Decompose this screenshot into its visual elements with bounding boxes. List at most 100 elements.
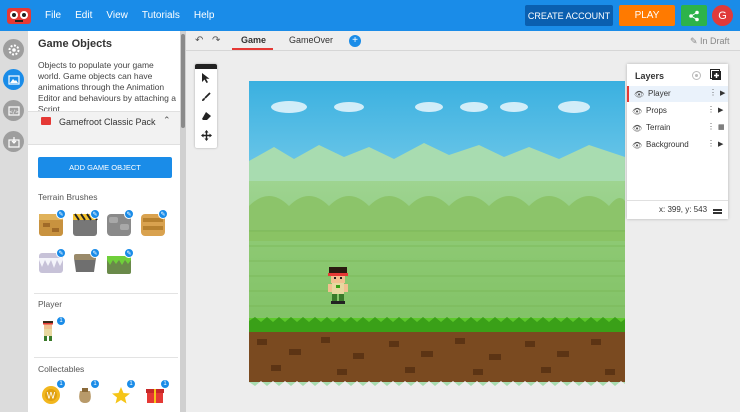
import-rail-button[interactable] xyxy=(3,131,24,152)
redo-icon[interactable]: ↷ xyxy=(212,35,220,46)
layer-name: Terrain xyxy=(646,123,671,132)
eye-icon[interactable]: 👁 xyxy=(632,124,642,133)
layers-title: Layers xyxy=(635,71,665,81)
active-tab-indicator xyxy=(232,48,273,50)
edit-badge-icon: ✎ xyxy=(124,209,134,219)
panel-title: Game Objects xyxy=(38,38,112,50)
gift-collectable-tile[interactable]: 1 xyxy=(144,379,170,405)
menu-view[interactable]: View xyxy=(99,10,135,21)
star-collectable-tile[interactable]: 1 xyxy=(110,379,136,405)
scripts-rail-button[interactable]: </> xyxy=(3,100,24,121)
add-game-object-button[interactable]: ADD GAME OBJECT xyxy=(38,157,172,178)
create-account-button[interactable]: CREATE ACCOUNT xyxy=(525,5,613,26)
svg-text:</>: </> xyxy=(9,109,18,115)
terrain-tile-hazard[interactable]: ✎ xyxy=(72,209,100,237)
layer-row-terrain[interactable]: 👁 Terrain ⋮ ▦ xyxy=(627,120,728,136)
draft-status: ✎ In Draft xyxy=(690,36,730,47)
tool-palette-handle[interactable] xyxy=(195,64,217,69)
panel-description: Objects to populate your game world. Gam… xyxy=(38,60,176,114)
more-options-icon[interactable]: ⋮ xyxy=(707,105,715,114)
expand-arrow-icon[interactable]: ▶ xyxy=(718,140,723,148)
menu-edit[interactable]: Edit xyxy=(68,10,99,21)
game-scene-viewport[interactable] xyxy=(249,81,625,386)
layer-row-background[interactable]: 👁 Background ⋮ ▶ xyxy=(627,137,728,153)
edit-badge-icon: ✎ xyxy=(90,209,100,219)
edit-badge-icon: ✎ xyxy=(158,209,168,219)
settings-rail-button[interactable] xyxy=(3,39,24,60)
target-icon[interactable] xyxy=(691,70,702,81)
terrain-tile-ice[interactable]: ✎ xyxy=(38,248,66,276)
more-options-icon[interactable]: ⋮ xyxy=(707,139,715,148)
left-icon-rail: </> xyxy=(0,31,28,412)
terrain-tile-sand[interactable]: ✎ xyxy=(140,209,168,237)
eraser-tool-icon[interactable] xyxy=(199,109,213,123)
svg-text:W: W xyxy=(47,392,56,402)
eye-icon[interactable]: 👁 xyxy=(634,90,644,99)
terrain-brushes-heading: Terrain Brushes xyxy=(38,192,98,202)
eye-icon[interactable]: 👁 xyxy=(632,107,642,116)
menu-help[interactable]: Help xyxy=(187,10,222,21)
layer-name: Props xyxy=(646,106,667,115)
undo-icon[interactable]: ↶ xyxy=(195,35,203,46)
grid-icon[interactable]: ▦ xyxy=(718,123,725,131)
pack-name: Gamefroot Classic Pack xyxy=(59,117,156,127)
select-tool-icon[interactable] xyxy=(199,71,213,85)
layers-panel: Layers 👁 Player ⋮ ▶ 👁 Props ⋮ ▶ 👁 Terrai… xyxy=(627,64,728,219)
badge-icon: 1 xyxy=(160,379,170,389)
game-objects-panel: Game Objects Objects to populate your ga… xyxy=(28,31,180,412)
brush-tool-icon[interactable] xyxy=(199,90,213,104)
play-button[interactable]: PLAY xyxy=(619,5,675,26)
tool-palette xyxy=(195,64,217,148)
player-object-tile[interactable]: 1 xyxy=(38,316,66,343)
layer-name: Player xyxy=(648,89,671,98)
layer-row-player[interactable]: 👁 Player ⋮ ▶ xyxy=(627,86,728,102)
player-heading: Player xyxy=(38,299,63,309)
tab-game[interactable]: Game xyxy=(241,35,266,45)
more-options-icon[interactable]: ⋮ xyxy=(709,88,717,97)
game-objects-rail-button[interactable] xyxy=(3,69,24,90)
edit-badge-icon: ✎ xyxy=(124,248,134,258)
terrain-tile-brick[interactable]: ✎ xyxy=(38,209,66,237)
eye-icon[interactable]: 👁 xyxy=(632,141,642,150)
code-icon: </> xyxy=(7,105,20,116)
image-icon xyxy=(7,74,20,85)
expand-arrow-icon[interactable]: ▶ xyxy=(718,106,723,114)
gear-icon xyxy=(8,44,19,55)
user-avatar[interactable]: G xyxy=(712,5,733,26)
badge-icon: 1 xyxy=(56,316,66,326)
money-bag-tile[interactable]: 1 xyxy=(74,379,100,405)
share-icon xyxy=(689,10,699,21)
menu-icon[interactable] xyxy=(713,209,722,211)
terrain-tile-stone[interactable]: ✎ xyxy=(106,209,134,237)
coordinates-readout: x: 399, y: 543 xyxy=(659,205,708,214)
tab-gameover[interactable]: GameOver xyxy=(289,35,333,45)
panel-scroll-thumb[interactable] xyxy=(181,34,185,128)
more-options-icon[interactable]: ⋮ xyxy=(707,122,715,131)
add-layer-icon[interactable] xyxy=(710,69,722,81)
chevron-up-icon[interactable]: ⌃ xyxy=(163,115,171,126)
gamefroot-logo[interactable] xyxy=(6,6,32,26)
top-bar: File Edit View Tutorials Help CREATE ACC… xyxy=(0,0,740,31)
coin-collectable-tile[interactable]: W 1 xyxy=(40,379,66,405)
collectables-heading: Collectables xyxy=(38,364,85,374)
expand-arrow-icon[interactable]: ▶ xyxy=(720,89,725,97)
layer-name: Background xyxy=(646,140,689,149)
folder-icon xyxy=(41,117,51,125)
menu-file[interactable]: File xyxy=(38,10,68,21)
cursor-coordinates: x: 399, y: 543 xyxy=(627,200,728,219)
draft-status-label: In Draft xyxy=(700,36,730,46)
move-tool-icon[interactable] xyxy=(199,128,213,142)
terrain-tile-rock[interactable]: ✎ xyxy=(72,248,100,276)
share-button[interactable] xyxy=(681,5,707,26)
badge-icon: 1 xyxy=(56,379,66,389)
layer-row-props[interactable]: 👁 Props ⋮ ▶ xyxy=(627,103,728,119)
badge-icon: 1 xyxy=(90,379,100,389)
game-scene-art xyxy=(249,81,625,386)
add-scene-icon[interactable]: + xyxy=(349,35,361,47)
pack-header[interactable]: Gamefroot Classic Pack ⌃ xyxy=(28,111,180,145)
terrain-tile-grass[interactable]: ✎ xyxy=(106,248,134,276)
main-menu: File Edit View Tutorials Help xyxy=(38,10,221,21)
menu-tutorials[interactable]: Tutorials xyxy=(135,10,187,21)
section-divider xyxy=(34,293,178,294)
edit-badge-icon: ✎ xyxy=(90,248,100,258)
